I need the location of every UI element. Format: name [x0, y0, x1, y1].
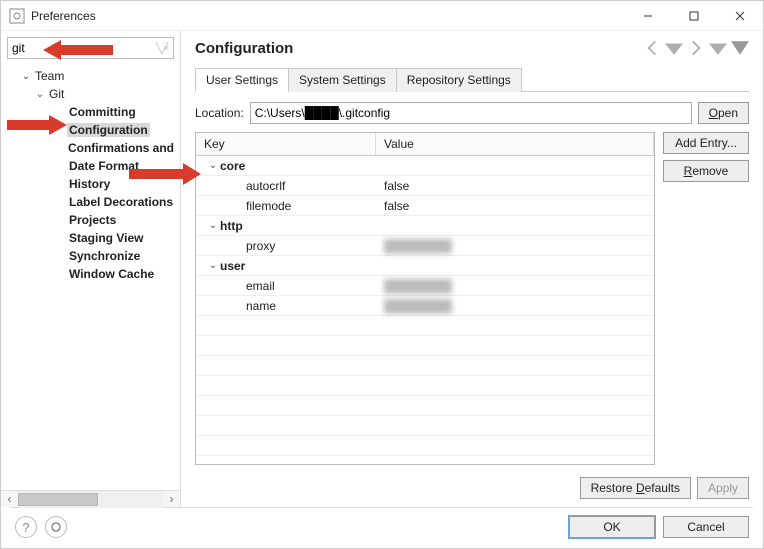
nav-back-menu-icon[interactable] [665, 39, 683, 57]
minimize-button[interactable] [625, 1, 671, 31]
right-pane: Configuration User Settings System Setti… [181, 31, 763, 507]
tree-item-staging-view[interactable]: Staging View [5, 229, 180, 247]
tree-item-projects[interactable]: Projects [5, 211, 180, 229]
nav-forward-menu-icon[interactable] [709, 39, 727, 57]
column-header-key[interactable]: Key [196, 133, 376, 155]
window-title: Preferences [31, 9, 625, 23]
table-row-proxy[interactable]: proxy████████ [196, 236, 654, 256]
table-row-autocrlf[interactable]: autocrlffalse [196, 176, 654, 196]
table-section-user[interactable]: ⌄user [196, 256, 654, 276]
tree-item-history[interactable]: History [5, 175, 180, 193]
tree-item-date-format[interactable]: Date Format [5, 157, 180, 175]
table-section-http[interactable]: ⌄http [196, 216, 654, 236]
tree-item-confirmations-and[interactable]: Confirmations and [5, 139, 180, 157]
titlebar: Preferences [1, 1, 763, 31]
filter-input[interactable] [7, 37, 174, 59]
scroll-left-icon[interactable]: ‹ [1, 491, 18, 508]
config-table[interactable]: Key Value ⌄coreautocrlffalsefilemodefals… [195, 132, 655, 465]
tree-item-window-cache[interactable]: Window Cache [5, 265, 180, 283]
maximize-button[interactable] [671, 1, 717, 31]
tree-item-label-decorations[interactable]: Label Decorations [5, 193, 180, 211]
table-row-empty [196, 376, 654, 396]
close-button[interactable] [717, 1, 763, 31]
view-menu-icon[interactable] [731, 39, 749, 57]
left-pane: ⌄ Team ⌄ Git CommittingConfigurationConf… [1, 31, 181, 507]
table-row-empty [196, 316, 654, 336]
tab-repository-settings[interactable]: Repository Settings [396, 68, 522, 92]
preference-tree[interactable]: ⌄ Team ⌄ Git CommittingConfigurationConf… [1, 65, 180, 490]
tree-item-synchronize[interactable]: Synchronize [5, 247, 180, 265]
open-button[interactable]: Open [698, 102, 749, 124]
tree-item-committing[interactable]: Committing [5, 103, 180, 121]
remove-button[interactable]: Remove [663, 160, 749, 182]
table-section-core[interactable]: ⌄core [196, 156, 654, 176]
location-input[interactable] [250, 102, 692, 124]
cancel-button[interactable]: Cancel [663, 516, 749, 538]
chevron-down-icon[interactable]: ⌄ [19, 71, 33, 82]
scroll-track[interactable] [18, 491, 163, 508]
table-row-email[interactable]: email████████ [196, 276, 654, 296]
add-entry-button[interactable]: Add Entry... [663, 132, 749, 154]
table-row-empty [196, 416, 654, 436]
table-row-name[interactable]: name████████ [196, 296, 654, 316]
app-icon [9, 8, 25, 24]
chevron-down-icon[interactable]: ⌄ [206, 260, 220, 271]
page-heading: Configuration [195, 40, 643, 57]
scroll-right-icon[interactable]: › [163, 491, 180, 508]
help-icon[interactable]: ? [15, 516, 37, 538]
table-row-filemode[interactable]: filemodefalse [196, 196, 654, 216]
clear-filter-icon[interactable] [154, 40, 170, 56]
import-export-icon[interactable] [45, 516, 67, 538]
chevron-down-icon[interactable]: ⌄ [206, 220, 220, 231]
table-row-empty [196, 456, 654, 464]
tree-item-configuration[interactable]: Configuration [5, 121, 180, 139]
horizontal-scrollbar[interactable]: ‹ › [1, 490, 180, 507]
scroll-thumb[interactable] [18, 493, 98, 506]
table-row-empty [196, 356, 654, 376]
table-row-empty [196, 336, 654, 356]
nav-back-icon[interactable] [643, 39, 661, 57]
table-row-empty [196, 396, 654, 416]
location-label: Location: [195, 106, 244, 120]
tab-user-settings[interactable]: User Settings [195, 68, 289, 92]
tree-item-team[interactable]: ⌄ Team [5, 67, 180, 85]
ok-button[interactable]: OK [569, 516, 655, 538]
chevron-down-icon[interactable]: ⌄ [33, 89, 47, 100]
apply-button[interactable]: Apply [697, 477, 749, 499]
tab-system-settings[interactable]: System Settings [288, 68, 397, 92]
column-header-value[interactable]: Value [376, 133, 654, 155]
nav-forward-icon[interactable] [687, 39, 705, 57]
chevron-down-icon[interactable]: ⌄ [206, 160, 220, 171]
tabs: User Settings System Settings Repository… [195, 67, 749, 92]
tree-item-git[interactable]: ⌄ Git [5, 85, 180, 103]
restore-defaults-button[interactable]: Restore Defaults [580, 477, 691, 499]
table-row-empty [196, 436, 654, 456]
